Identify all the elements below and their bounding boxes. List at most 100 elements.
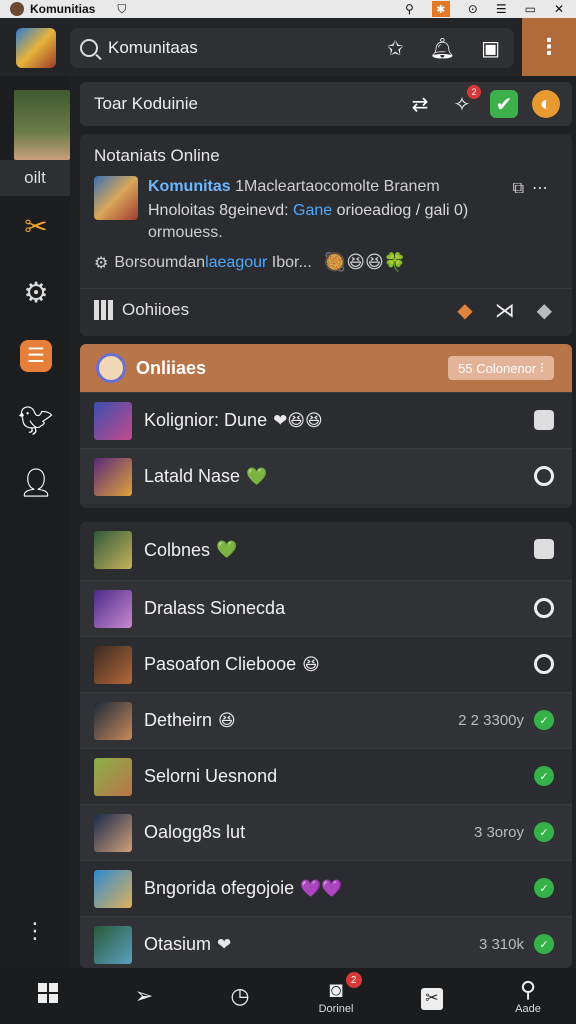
mute-icon[interactable]: ⋊ <box>495 298 515 323</box>
nav-item-tools[interactable]: ✂ <box>384 968 480 1024</box>
online-title: Onliiaes <box>136 357 207 378</box>
notification-line3: ormouess. <box>148 224 223 241</box>
search-input[interactable]: Komunitaas <box>108 38 198 58</box>
twitter-icon[interactable]: 🐦︎ <box>18 402 54 438</box>
list-item[interactable]: Colbnes 💚 <box>80 522 572 578</box>
list-item[interactable]: Pasoafon Cliebooe 😆 <box>80 636 572 692</box>
status-icon[interactable] <box>534 466 554 486</box>
member-emoji: ❤😆😆 <box>273 410 323 430</box>
notification-text-a: Hnoloitas 8geinevd: <box>148 202 289 219</box>
reaction-text-b: Ibor... <box>271 253 312 271</box>
more-horizontal-icon[interactable]: ⋯ <box>532 180 556 197</box>
list-item[interactable]: Detheirn 😆 2 2 3300y ✓ <box>80 692 572 748</box>
avatar <box>94 645 132 684</box>
top-bar: Komunitaas ✩ 🔔︎ ▣ ⋮ <box>0 18 576 76</box>
share-icon[interactable]: ⇄ <box>406 90 434 118</box>
member-name: Pasoafon Cliebooe <box>144 654 297 674</box>
tag-icon[interactable]: ◆ <box>457 298 472 323</box>
coin-icon[interactable]: ◐ <box>532 90 560 118</box>
tools-icon[interactable]: ✂ <box>18 208 54 244</box>
list-icon[interactable]: ☰ <box>18 338 54 374</box>
search-bar[interactable]: Komunitaas ✩ 🔔︎ ▣ <box>70 28 514 68</box>
list-item[interactable]: Latald Nase 💚 <box>80 448 572 504</box>
nav-item-home[interactable] <box>0 968 96 1024</box>
list-item[interactable]: Bngorida ofegojoie 💜💜 ✓ <box>80 860 572 916</box>
app-icon: ✱ <box>431 1 450 17</box>
status-title: Komunitias <box>30 2 96 16</box>
user-icon[interactable]: 👤︎ <box>18 464 54 500</box>
rail-label[interactable]: oilt <box>0 160 70 196</box>
app-root: Komunitias ⛉ ⚲ ✱ ⊙ ☰ ▭ ✕ Komunitaas ✩ 🔔︎… <box>0 0 576 1024</box>
reaction-text-a: Borsoumdan <box>114 253 206 271</box>
member-list-panel: Colbnes 💚 Dralass Sionecda Pasoafon Clie… <box>80 522 572 968</box>
location-icon: ⊙ <box>467 2 478 16</box>
bookmark-icon[interactable]: ▣ <box>481 36 500 61</box>
notification-link[interactable]: Gane <box>293 202 332 219</box>
message-icon[interactable] <box>534 539 554 559</box>
check-icon[interactable]: ✔ <box>490 90 518 118</box>
online-icon[interactable]: ✓ <box>534 710 554 730</box>
row-actions: ◆ ⋊ ◆ <box>457 298 552 323</box>
member-name: Otasium <box>144 934 212 954</box>
member-meta: 2 2 3300y <box>458 711 524 729</box>
top-icons: ✩ 🔔︎ ▣ <box>387 28 500 68</box>
list-item[interactable]: Selorni Uesnond ✓ <box>80 748 572 804</box>
star-icon[interactable]: ✩ <box>387 36 404 61</box>
row-right: ✓ <box>534 766 554 786</box>
member-meta: 3 3oroy <box>473 823 524 841</box>
notification-thumbnail[interactable] <box>94 176 138 220</box>
row-right <box>534 654 554 674</box>
search-icon <box>80 39 98 57</box>
nav-label: Dorinel <box>318 1003 354 1015</box>
nav-item-history[interactable]: ◷ <box>192 968 288 1024</box>
pin-icon[interactable]: ✧ 2 <box>448 85 481 118</box>
menu-icon: ☰ <box>495 2 507 16</box>
app-logo[interactable] <box>16 28 56 68</box>
reaction-emojis[interactable]: 🥘😆😆🍀 <box>324 252 406 273</box>
settings-icon[interactable]: ⚙ <box>18 274 54 310</box>
row-right <box>534 539 554 559</box>
status-icon[interactable] <box>534 654 554 674</box>
nav-item-search[interactable]: ⚲ Aade <box>480 968 576 1024</box>
list-item[interactable]: Kolignior: Dune ❤😆😆 <box>80 392 572 448</box>
grid-icon <box>94 300 114 320</box>
more-icon[interactable]: ⋮ <box>24 918 46 944</box>
online-icon[interactable]: ✓ <box>534 822 554 842</box>
list-item[interactable]: Oalogg8s lut 3 3oroy ✓ <box>80 804 572 860</box>
avatar <box>94 401 132 440</box>
status-bar: Komunitias ⛉ ⚲ ✱ ⊙ ☰ ▭ ✕ <box>0 0 576 18</box>
status-icon[interactable] <box>534 598 554 618</box>
online-toggle-label: Oohiioes <box>122 300 190 319</box>
member-name: Detheirn <box>144 710 213 730</box>
online-toggle-row[interactable]: Oohiioes <box>94 300 189 320</box>
divider <box>80 288 572 289</box>
diamond-icon[interactable]: ◆ <box>537 298 552 323</box>
copy-icon[interactable]: ⧉ <box>513 180 532 197</box>
notification-line1[interactable]: Komunitas 1Macleartaocomolte Branem <box>148 178 440 196</box>
online-icon[interactable]: ✓ <box>534 878 554 898</box>
list-item[interactable]: Otasium ❤ 3 310k ✓ <box>80 916 572 968</box>
nav-item-chat[interactable]: ◙ 2 Dorinel <box>288 968 384 1024</box>
online-icon[interactable]: ✓ <box>534 934 554 954</box>
nav-item-send[interactable]: ➢ <box>96 968 192 1024</box>
signal-icon: ⚲ <box>404 2 414 16</box>
avatar <box>94 925 132 964</box>
member-name: Dralass Sionecda <box>144 598 286 618</box>
clock-icon: ◷ <box>230 983 250 1008</box>
close-icon[interactable]: ✕ <box>554 2 564 16</box>
rail-avatar[interactable] <box>14 90 70 160</box>
list-item[interactable]: Dralass Sionecda <box>80 580 572 636</box>
online-header[interactable]: Onliiaes 55 Colonenor ⁝ <box>80 344 572 392</box>
more-vertical-icon[interactable]: ⋮ <box>522 18 576 76</box>
bell-icon[interactable]: 🔔︎ <box>430 36 455 61</box>
online-count-pill[interactable]: 55 Colonenor ⁝ <box>448 356 554 380</box>
row-right <box>534 410 554 430</box>
member-meta: 3 310k <box>478 935 524 953</box>
status-avatar <box>10 2 24 16</box>
row-right: 2 2 3300y ✓ <box>458 710 554 730</box>
message-icon[interactable] <box>534 410 554 430</box>
online-icon[interactable]: ✓ <box>534 766 554 786</box>
notification-community[interactable]: Komunitas <box>148 178 231 195</box>
settings-small-icon: ⚙ <box>94 254 109 272</box>
reaction-link[interactable]: laeagour <box>205 254 267 271</box>
